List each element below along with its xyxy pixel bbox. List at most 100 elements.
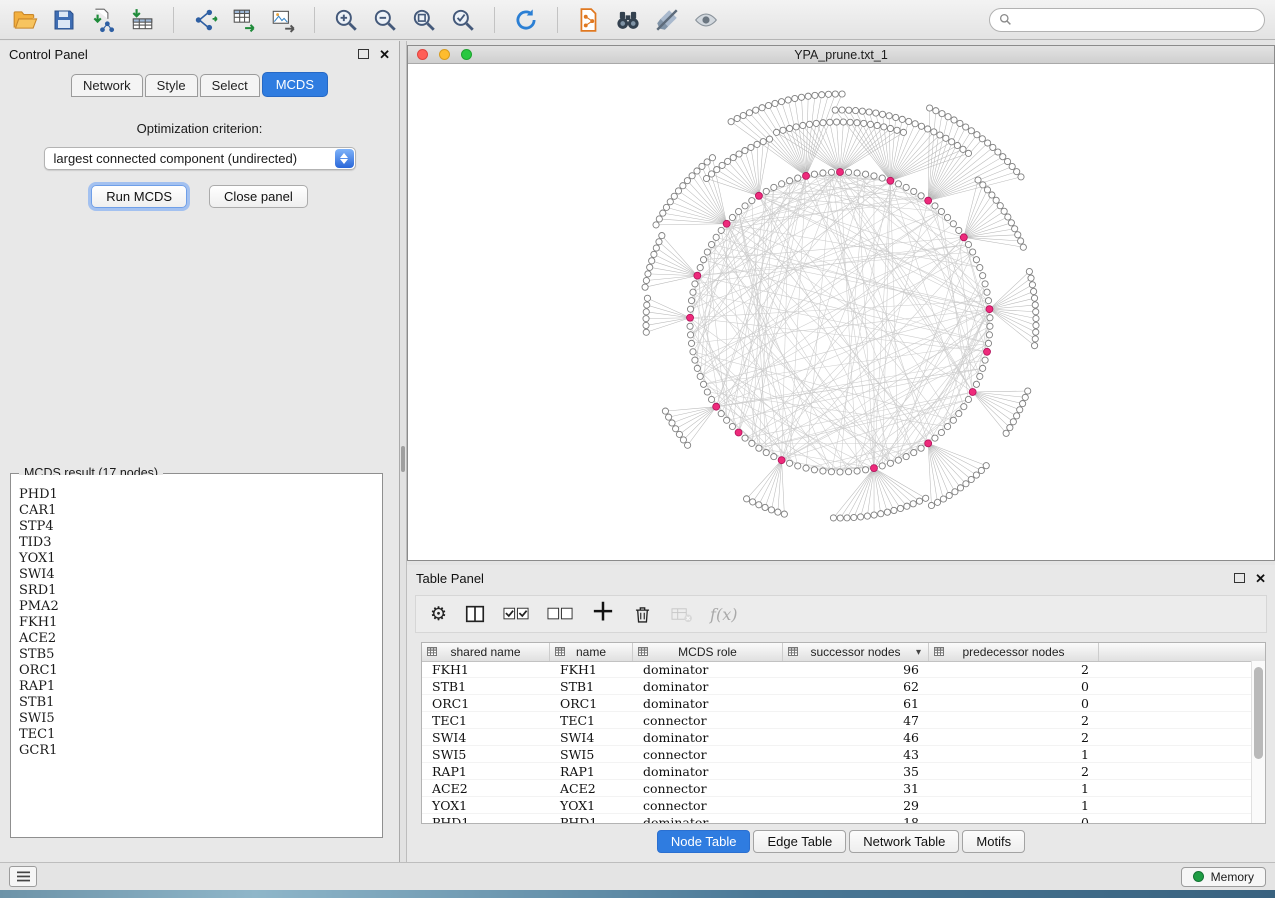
node-table-body: FKH1FKH1dominator962STB1STB1dominator620… <box>422 661 1251 823</box>
window-minimize-button[interactable] <box>439 49 450 60</box>
mcds-result-item[interactable]: ACE2 <box>19 631 381 647</box>
scrollbar-thumb[interactable] <box>1254 667 1263 759</box>
window-close-button[interactable] <box>417 49 428 60</box>
network-window-titlebar[interactable]: YPA_prune.txt_1 <box>408 46 1274 64</box>
open-session-icon[interactable] <box>10 5 40 35</box>
table-scrollbar[interactable] <box>1251 661 1265 823</box>
cell-predecessor-nodes: 2 <box>929 662 1099 677</box>
birds-eye-view-icon[interactable] <box>691 5 721 35</box>
network-window-title: YPA_prune.txt_1 <box>794 48 888 62</box>
memory-button[interactable]: Memory <box>1181 867 1266 887</box>
table-row[interactable]: SWI4SWI4dominator462 <box>422 729 1251 746</box>
select-all-columns-icon[interactable] <box>503 606 530 623</box>
close-panel-button[interactable]: Close panel <box>209 185 308 208</box>
tab-mcds[interactable]: MCDS <box>262 72 328 97</box>
graphics-details-icon[interactable] <box>652 5 682 35</box>
table-row[interactable]: TEC1TEC1connector472 <box>422 712 1251 729</box>
mcds-result-item[interactable]: YOX1 <box>19 551 381 567</box>
unselect-all-columns-icon[interactable] <box>547 606 574 623</box>
cell-name: RAP1 <box>550 764 633 779</box>
zoom-fit-content-icon[interactable] <box>409 5 439 35</box>
table-row[interactable]: FKH1FKH1dominator962 <box>422 661 1251 678</box>
mcds-result-item[interactable]: STB1 <box>19 695 381 711</box>
search-input[interactable] <box>1017 12 1255 28</box>
cell-MCDS-role: connector <box>633 713 783 728</box>
zoom-selected-icon[interactable] <box>448 5 478 35</box>
vertical-scrollbar[interactable] <box>400 41 407 862</box>
status-bar: Memory <box>0 862 1275 890</box>
zoom-out-icon[interactable] <box>370 5 400 35</box>
mcds-result-item[interactable]: GCR1 <box>19 743 381 759</box>
cell-successor-nodes: 43 <box>783 747 929 762</box>
mcds-result-item[interactable]: PMA2 <box>19 599 381 615</box>
search-box[interactable] <box>989 8 1265 32</box>
close-panel-icon[interactable]: ✕ <box>1255 572 1266 585</box>
table-settings-icon[interactable]: ⚙ <box>430 605 447 624</box>
cell-shared-name: ACE2 <box>422 781 550 796</box>
show-columns-icon[interactable] <box>464 603 486 625</box>
cell-MCDS-role: connector <box>633 781 783 796</box>
mcds-result-item[interactable]: PHD1 <box>19 487 381 503</box>
zoom-in-icon[interactable] <box>331 5 361 35</box>
cell-name: TEC1 <box>550 713 633 728</box>
mcds-result-item[interactable]: RAP1 <box>19 679 381 695</box>
export-table-icon[interactable] <box>229 5 259 35</box>
first-neighbors-icon[interactable] <box>613 5 643 35</box>
cell-predecessor-nodes: 0 <box>929 679 1099 694</box>
criterion-dropdown[interactable]: largest connected component (undirected) <box>44 147 356 170</box>
tab-network[interactable]: Network <box>71 74 143 97</box>
optimization-criterion-label: Optimization criterion: <box>0 121 399 136</box>
cell-name: YOX1 <box>550 798 633 813</box>
tab-node-table[interactable]: Node Table <box>657 830 751 853</box>
save-session-icon[interactable] <box>49 5 79 35</box>
scrollbar-thumb[interactable] <box>401 446 405 472</box>
float-panel-icon[interactable] <box>1234 573 1245 583</box>
memory-label: Memory <box>1211 870 1254 884</box>
mcds-result-list[interactable]: PHD1CAR1STP4TID3YOX1SWI4SRD1PMA2FKH1ACE2… <box>12 475 381 836</box>
table-row[interactable]: ORC1ORC1dominator610 <box>422 695 1251 712</box>
mcds-result-item[interactable]: SWI4 <box>19 567 381 583</box>
toolbar-separator <box>314 7 315 33</box>
tab-network-table[interactable]: Network Table <box>849 830 959 853</box>
table-row[interactable]: PHD1PHD1dominator180 <box>422 814 1251 823</box>
new-network-from-selection-icon[interactable] <box>574 5 604 35</box>
column-header-name[interactable]: name <box>550 643 633 661</box>
delete-column-icon[interactable] <box>632 604 653 625</box>
import-network-from-file-icon[interactable] <box>88 5 118 35</box>
column-header-successor-nodes[interactable]: successor nodes▾ <box>783 643 929 661</box>
table-row[interactable]: STB1STB1dominator620 <box>422 678 1251 695</box>
tab-style[interactable]: Style <box>145 74 198 97</box>
table-row[interactable]: ACE2ACE2connector311 <box>422 780 1251 797</box>
column-header-predecessor-nodes[interactable]: predecessor nodes <box>929 643 1099 661</box>
mcds-result-item[interactable]: ORC1 <box>19 663 381 679</box>
node-table: shared namenameMCDS rolesuccessor nodes▾… <box>421 642 1266 824</box>
mcds-result-item[interactable]: CAR1 <box>19 503 381 519</box>
export-image-icon[interactable] <box>268 5 298 35</box>
table-row[interactable]: SWI5SWI5connector431 <box>422 746 1251 763</box>
mcds-result-item[interactable]: FKH1 <box>19 615 381 631</box>
tab-motifs[interactable]: Motifs <box>962 830 1025 853</box>
network-canvas[interactable] <box>408 64 1274 561</box>
create-column-icon[interactable]: ＋ <box>591 601 615 625</box>
table-row[interactable]: RAP1RAP1dominator352 <box>422 763 1251 780</box>
tab-edge-table[interactable]: Edge Table <box>753 830 846 853</box>
table-row[interactable]: YOX1YOX1connector291 <box>422 797 1251 814</box>
column-header-MCDS-role[interactable]: MCDS role <box>633 643 783 661</box>
mcds-result-item[interactable]: STP4 <box>19 519 381 535</box>
mcds-result-item[interactable]: TID3 <box>19 535 381 551</box>
mcds-result-item[interactable]: STB5 <box>19 647 381 663</box>
float-panel-icon[interactable] <box>358 49 369 59</box>
close-panel-icon[interactable]: ✕ <box>379 48 390 61</box>
window-zoom-button[interactable] <box>461 49 472 60</box>
tab-select[interactable]: Select <box>200 74 260 97</box>
column-header-shared-name[interactable]: shared name <box>422 643 550 661</box>
mcds-result-item[interactable]: SWI5 <box>19 711 381 727</box>
import-table-from-file-icon[interactable] <box>127 5 157 35</box>
mcds-result-item[interactable]: TEC1 <box>19 727 381 743</box>
apply-layout-icon[interactable] <box>511 5 541 35</box>
mcds-result-item[interactable]: SRD1 <box>19 583 381 599</box>
run-mcds-button[interactable]: Run MCDS <box>91 185 187 208</box>
search-icon <box>999 13 1012 26</box>
export-network-icon[interactable] <box>190 5 220 35</box>
show-panels-menu-button[interactable] <box>9 866 37 887</box>
